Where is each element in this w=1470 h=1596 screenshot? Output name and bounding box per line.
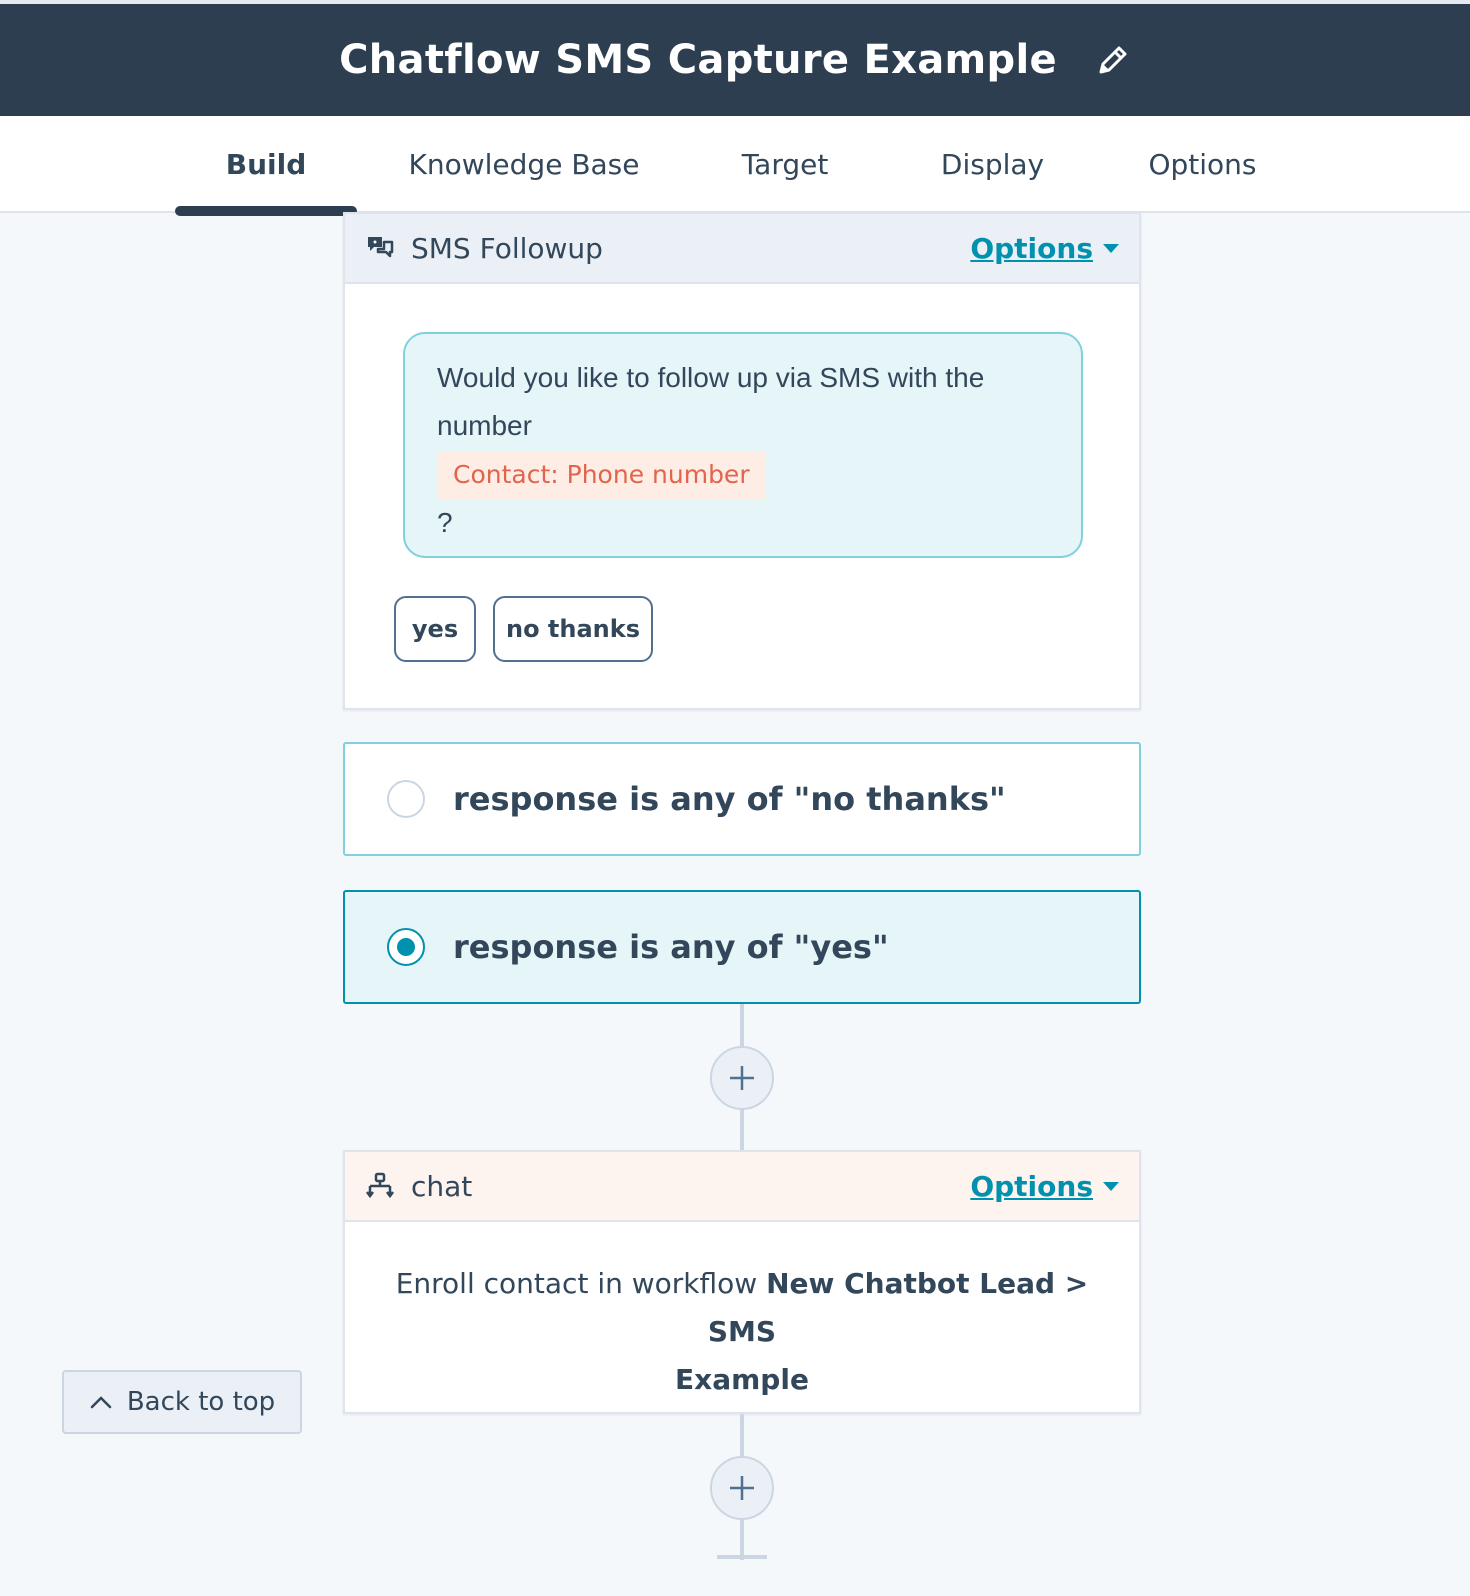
plus-icon <box>730 1476 754 1500</box>
tab-options[interactable]: Options <box>1140 116 1265 213</box>
flow-end-line <box>717 1555 767 1559</box>
quick-reply-no-thanks[interactable]: no thanks <box>493 596 653 662</box>
branch-radio-selected[interactable] <box>387 928 425 966</box>
caret-down-icon <box>1103 243 1119 253</box>
chat-card-options-dropdown[interactable]: Options <box>970 1170 1119 1203</box>
plus-icon <box>730 1066 754 1090</box>
branch-yes[interactable]: response is any of "yes" <box>343 890 1141 1004</box>
workflow-name-line2: Example <box>675 1363 809 1396</box>
chat-card-title: chat <box>411 1169 473 1203</box>
chat-card-body: Enroll contact in workflow New Chatbot L… <box>345 1222 1139 1404</box>
tab-knowledge-base[interactable]: Knowledge Base <box>400 116 648 213</box>
caret-down-icon <box>1103 1181 1119 1191</box>
branch-radio-unselected[interactable] <box>387 780 425 818</box>
sms-card-title: SMS Followup <box>411 231 603 265</box>
bot-message-bubble[interactable]: Would you like to follow up via SMS with… <box>403 332 1083 558</box>
add-action-button[interactable] <box>710 1456 774 1520</box>
tab-display[interactable]: Display <box>930 116 1055 213</box>
app-header: Chatflow SMS Capture Example <box>0 4 1470 116</box>
add-action-button[interactable] <box>710 1046 774 1110</box>
chatflow-title: Chatflow SMS Capture Example <box>339 37 1057 83</box>
branch-label: response is any of "yes" <box>453 928 889 966</box>
chat-card-options-label: Options <box>970 1169 1093 1203</box>
chat-action-card: chat Options Enroll contact in workflow … <box>343 1150 1141 1414</box>
message-line-2: number <box>437 410 532 441</box>
chat-card-header: chat Options <box>345 1152 1139 1222</box>
chevron-up-icon <box>90 1396 112 1409</box>
radio-dot <box>397 938 415 956</box>
branch-label: response is any of "no thanks" <box>453 780 1006 818</box>
back-to-top-button[interactable]: Back to top <box>62 1370 302 1434</box>
branch-no-thanks[interactable]: response is any of "no thanks" <box>343 742 1141 856</box>
sms-card-options-label: Options <box>970 231 1093 265</box>
phone-number-token: Contact: Phone number <box>437 451 766 499</box>
message-end: ? <box>437 507 453 538</box>
message-line-1: Would you like to follow up via SMS with… <box>437 362 985 393</box>
pencil-icon[interactable] <box>1095 42 1131 78</box>
enroll-text: Enroll contact in workflow <box>395 1267 767 1300</box>
chat-bubbles-icon <box>365 233 395 263</box>
sms-card-header: SMS Followup Options <box>345 214 1139 284</box>
workflow-icon <box>365 1171 395 1201</box>
tab-target[interactable]: Target <box>730 116 840 213</box>
active-tab-indicator <box>175 206 357 216</box>
quick-reply-yes[interactable]: yes <box>394 596 476 662</box>
tab-build[interactable]: Build <box>175 116 357 213</box>
sms-card-options-dropdown[interactable]: Options <box>970 232 1119 265</box>
tab-bar: Build Knowledge Base Target Display Opti… <box>0 116 1470 213</box>
sms-followup-card: SMS Followup Options Would you like to f… <box>343 212 1141 710</box>
back-to-top-label: Back to top <box>126 1387 276 1417</box>
